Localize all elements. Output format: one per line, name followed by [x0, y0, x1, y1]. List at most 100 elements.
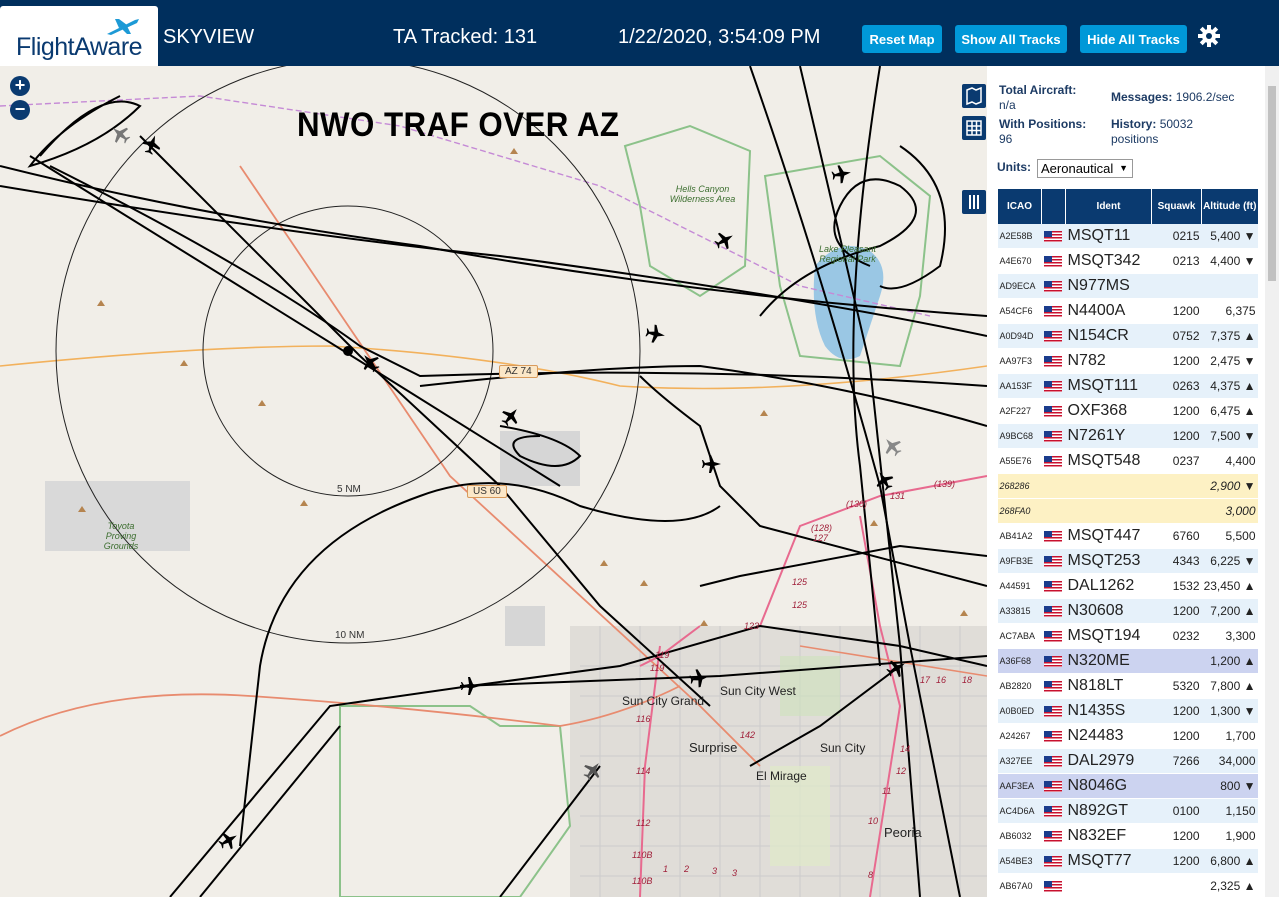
map-canvas[interactable] — [0, 66, 987, 897]
column-header-flag[interactable] — [1041, 189, 1066, 224]
units-select[interactable]: Aeronautical ▼ — [1037, 159, 1133, 178]
us-flag-icon — [1043, 731, 1062, 743]
table-row[interactable]: AB2820 N818LT 5320 7,800 ▲ — [997, 673, 1258, 699]
squawk-cell: 1200 — [1151, 723, 1202, 749]
altitude-trend: ▼ — [1243, 479, 1256, 493]
icao-cell: A327EE — [997, 748, 1042, 774]
aircraft-panel: Total Aircraft: n/a Messages: 1906.2/sec… — [987, 66, 1279, 897]
squawk-cell: 1200 — [1151, 348, 1202, 374]
history-stat: History: 50032 positions — [1111, 117, 1231, 147]
map-title: NWO TRAF OVER AZ — [297, 106, 620, 144]
table-row[interactable]: A36F68 N320ME 1,200 ▲ — [997, 648, 1258, 674]
altitude-trend: ▲ — [1243, 854, 1256, 868]
squawk-cell: 5320 — [1151, 673, 1202, 699]
us-flag-icon — [1043, 231, 1062, 243]
route-label: (128) — [811, 523, 833, 533]
place-label: Sun City — [820, 741, 866, 755]
flag-cell — [1041, 298, 1066, 324]
us-flag-icon — [1043, 681, 1062, 693]
altitude-value: 4,375 — [1210, 379, 1241, 393]
ident-cell — [1065, 473, 1152, 499]
ident-cell: N24483 — [1065, 723, 1152, 749]
total-aircraft-label: Total Aircraft: — [999, 83, 1077, 97]
table-row[interactable]: A44591 DAL1262 1532 23,450 ▲ — [997, 573, 1258, 599]
hide-all-tracks-button[interactable]: Hide All Tracks — [1080, 25, 1187, 53]
route-label: 125 — [792, 577, 808, 587]
altitude-value: 6,800 — [1210, 854, 1241, 868]
route-label: 116 — [636, 714, 651, 724]
reset-map-button[interactable]: Reset Map — [862, 25, 942, 53]
route-label: 123 — [744, 621, 760, 631]
icao-cell: A54BE3 — [997, 848, 1042, 874]
table-row[interactable]: AD9ECA N977MS — [997, 273, 1258, 299]
table-row[interactable]: A2E58B MSQT11 0215 5,400 ▼ — [997, 224, 1258, 249]
squawk-cell: 1200 — [1151, 848, 1202, 874]
table-row[interactable]: A54CF6 N4400A 1200 6,375 — [997, 298, 1258, 324]
table-row[interactable]: A9BC68 N7261Y 1200 7,500 ▼ — [997, 423, 1258, 449]
squawk-cell: 0752 — [1151, 323, 1202, 349]
altitude-trend: ▲ — [1243, 404, 1256, 418]
column-header-icao[interactable]: ICAO — [997, 189, 1042, 224]
altitude-value: 6,225 — [1210, 554, 1241, 568]
route-label: 17 — [920, 675, 931, 685]
us-flag-icon — [1043, 556, 1062, 568]
table-row[interactable]: A4E670 MSQT342 0213 4,400 ▼ — [997, 248, 1258, 274]
table-row[interactable]: AC4D6A N892GT 0100 1,150 — [997, 798, 1258, 824]
show-all-tracks-button[interactable]: Show All Tracks — [955, 25, 1067, 53]
units-select-value: Aeronautical — [1041, 161, 1114, 176]
table-row[interactable]: A24267 N24483 1200 1,700 — [997, 723, 1258, 749]
column-header-ident[interactable]: Ident — [1065, 189, 1152, 224]
gear-icon[interactable] — [1197, 24, 1221, 48]
table-row[interactable]: 268286 2,900 ▼ — [997, 473, 1258, 499]
icao-cell: AC7ABA — [997, 623, 1042, 649]
ident-cell: OXF368 — [1065, 398, 1152, 424]
table-row[interactable]: A55E76 MSQT548 0237 4,400 — [997, 448, 1258, 474]
altitude-cell: 7,500 ▼ — [1201, 423, 1258, 449]
column-header-squawk[interactable]: Squawk — [1151, 189, 1202, 224]
total-aircraft-value: n/a — [999, 98, 1016, 112]
table-row[interactable]: AB6032 N832EF 1200 1,900 — [997, 823, 1258, 849]
squawk-cell — [1151, 648, 1202, 674]
table-row[interactable]: AA153F MSQT111 0263 4,375 ▲ — [997, 373, 1258, 399]
table-row[interactable]: A0B0ED N1435S 1200 1,300 ▼ — [997, 698, 1258, 724]
ident-cell: MSQT447 — [1065, 523, 1152, 549]
zoom-in-button[interactable]: + — [10, 76, 30, 96]
road-shield-us60: US 60 — [467, 485, 507, 498]
table-row[interactable]: AB41A2 MSQT447 6760 5,500 — [997, 523, 1258, 549]
table-row[interactable]: AAF3EA N8046G 800 ▼ — [997, 773, 1258, 799]
grid-icon[interactable] — [962, 116, 986, 140]
flag-cell — [1041, 573, 1066, 599]
icao-cell: AD9ECA — [997, 273, 1042, 299]
us-flag-icon — [1043, 531, 1062, 543]
squawk-cell: 4343 — [1151, 548, 1202, 574]
panel-scrollbar[interactable] — [1265, 66, 1279, 897]
zoom-out-button[interactable]: − — [10, 100, 30, 120]
table-row[interactable]: 268FA0 3,000 — [997, 498, 1258, 524]
table-row[interactable]: A2F227 OXF368 1200 6,475 ▲ — [997, 398, 1258, 424]
us-flag-icon — [1043, 456, 1062, 468]
map-view[interactable]: + − NWO TRAF OVER AZ 5 NM 10 NM AZ 74 US… — [0, 66, 987, 897]
scrollbar-thumb[interactable] — [1268, 86, 1276, 281]
column-header-altitude[interactable]: Altitude (ft) — [1201, 189, 1258, 224]
ident-cell: MSQT11 — [1065, 224, 1152, 249]
flightaware-logo[interactable]: FlightAware — [0, 6, 158, 66]
table-row[interactable]: A54BE3 MSQT77 1200 6,800 ▲ — [997, 848, 1258, 874]
top-bar: FlightAware SKYVIEW TA Tracked: 131 1/22… — [0, 0, 1279, 66]
table-row[interactable]: AA97F3 N782 1200 2,475 ▼ — [997, 348, 1258, 374]
columns-icon[interactable] — [962, 190, 986, 214]
table-row[interactable]: A327EE DAL2979 7266 34,000 — [997, 748, 1258, 774]
ident-cell: N818LT — [1065, 673, 1152, 699]
table-row[interactable]: AB67A0 2,325 ▲ — [997, 873, 1258, 897]
route-label: 131 — [890, 491, 906, 501]
altitude-cell: 1,300 ▼ — [1201, 698, 1258, 724]
area-label: Toyota Proving Grounds — [103, 521, 139, 551]
flag-cell — [1041, 623, 1066, 649]
table-row[interactable]: A33815 N30608 1200 7,200 ▲ — [997, 598, 1258, 624]
map-layers-icon[interactable] — [962, 84, 986, 108]
messages-stat: Messages: 1906.2/sec — [1111, 90, 1234, 105]
table-row[interactable]: A0D94D N154CR 0752 7,375 ▲ — [997, 323, 1258, 349]
table-row[interactable]: A9FB3E MSQT253 4343 6,225 ▼ — [997, 548, 1258, 574]
with-positions-label: With Positions: — [999, 117, 1087, 131]
table-row[interactable]: AC7ABA MSQT194 0232 3,300 — [997, 623, 1258, 649]
altitude-value: 1,900 — [1225, 829, 1256, 843]
